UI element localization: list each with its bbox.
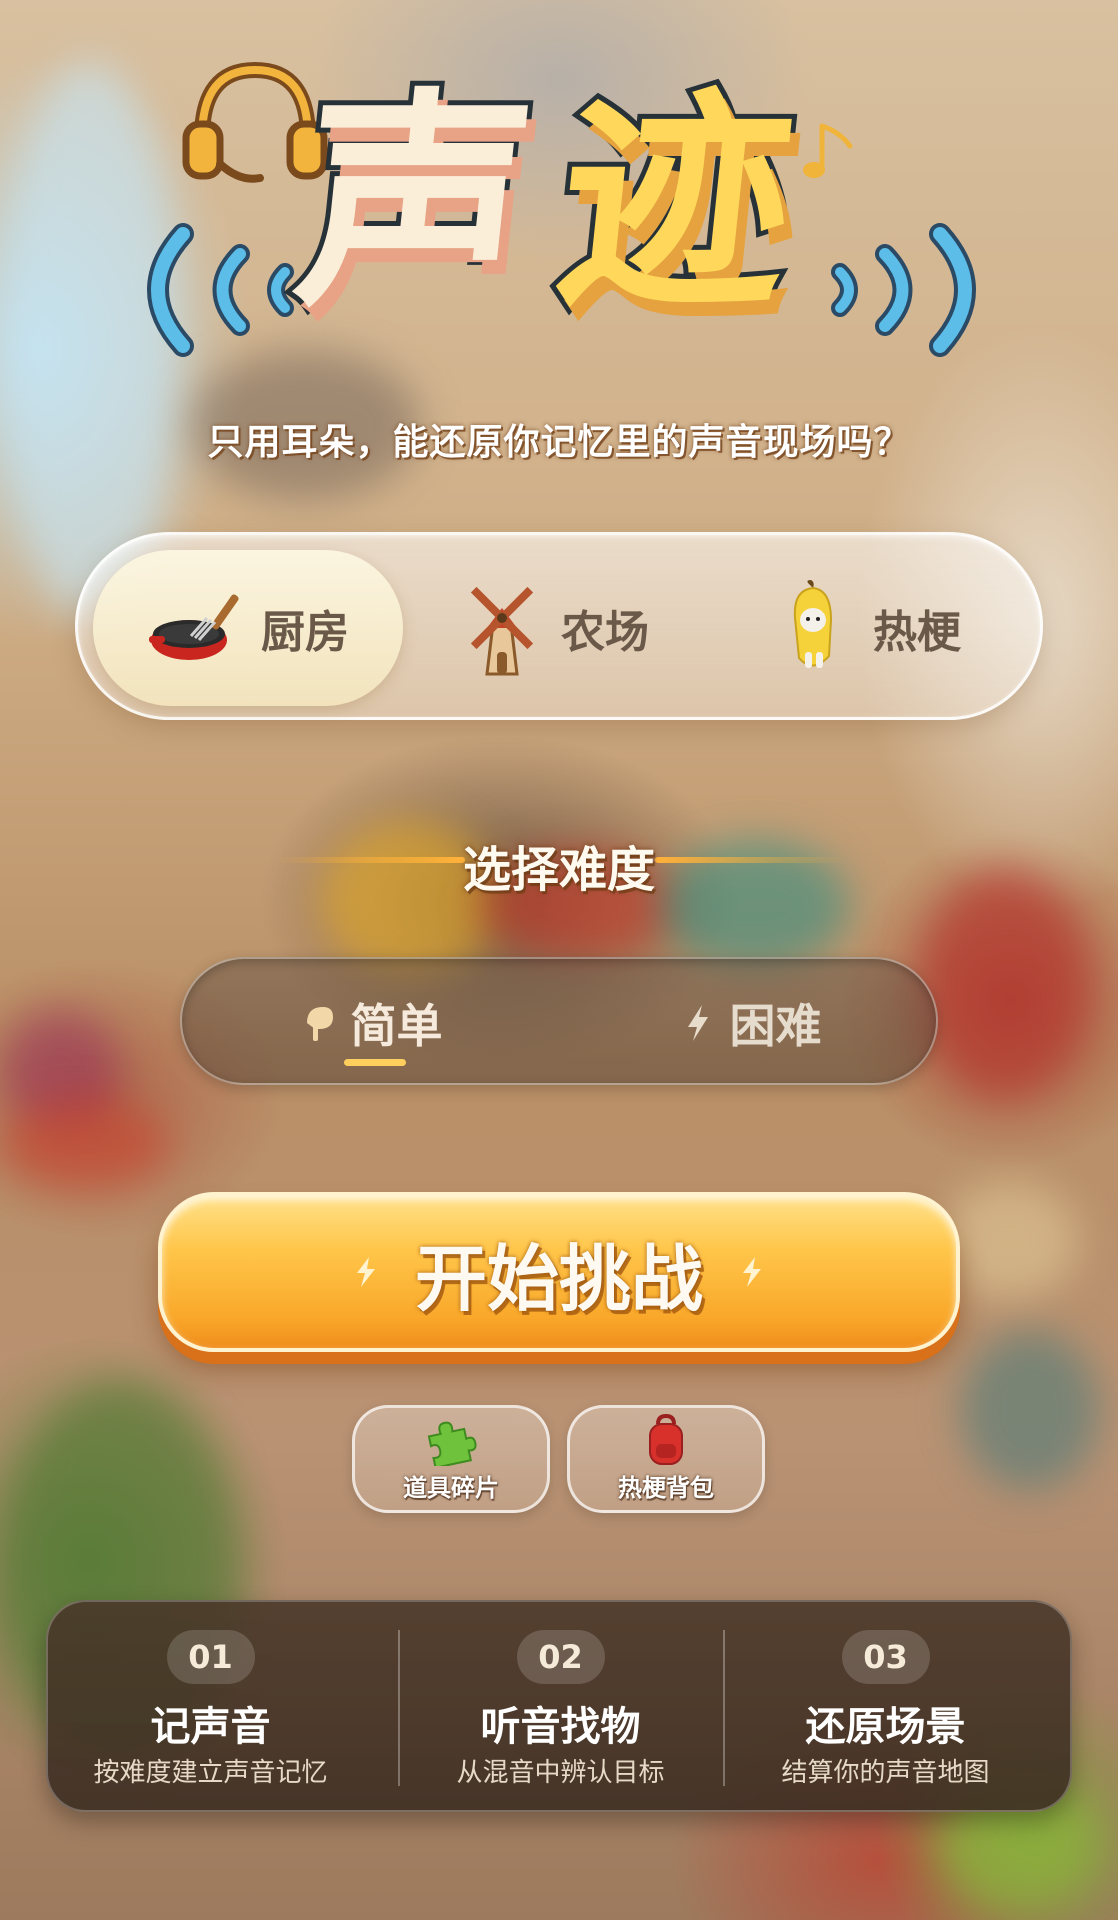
lightning-icon xyxy=(687,1005,708,1041)
step-number: 01 xyxy=(166,1630,255,1684)
tab-farm-label: 农场 xyxy=(561,607,649,658)
backpack-icon xyxy=(649,1413,683,1465)
step-title: 记声音 xyxy=(150,1704,271,1750)
tab-meme-label: 热梗 xyxy=(873,607,961,658)
title-char-sheng: 声 xyxy=(281,66,549,343)
tab-kitchen-label: 厨房 xyxy=(261,607,349,658)
step-number: 02 xyxy=(516,1630,605,1684)
bolt-left-icon xyxy=(356,1257,375,1287)
bolt-right-icon xyxy=(743,1257,761,1287)
game-title: 声 迹 xyxy=(0,30,1118,370)
selected-underline xyxy=(344,1059,406,1066)
tab-kitchen[interactable]: 厨房 xyxy=(93,550,403,706)
step-number: 03 xyxy=(841,1630,930,1684)
step-description: 从混音中辨认目标 xyxy=(456,1758,665,1788)
how-to-play-panel: 01 记声音 按难度建立声音记忆 02 听音找物 从混音中辨认目标 03 还原场… xyxy=(46,1600,1072,1812)
wok-icon xyxy=(149,594,239,660)
tab-meme[interactable]: 热梗 xyxy=(710,550,1020,706)
start-challenge-button[interactable]: 开始挑战 xyxy=(158,1192,960,1352)
leaf-icon xyxy=(306,1007,333,1041)
music-note-icon xyxy=(803,123,853,178)
tool-fragments-label: 道具碎片 xyxy=(403,1473,499,1502)
difficulty-easy[interactable]: 简单 xyxy=(182,959,561,1087)
start-challenge-label: 开始挑战 xyxy=(414,1236,703,1321)
difficulty-tabs: 简单 困难 xyxy=(180,957,938,1085)
difficulty-hard[interactable]: 困难 xyxy=(561,959,940,1087)
scene-tabs: 厨房 农场 热梗 xyxy=(75,532,1043,720)
windmill-icon xyxy=(470,586,534,676)
step-3: 03 还原场景 结算你的声音地图 xyxy=(723,1602,1048,1814)
step-title: 听音找物 xyxy=(480,1704,641,1750)
tool-fragments-button[interactable]: 道具碎片 xyxy=(352,1405,550,1513)
step-1: 01 记声音 按难度建立声音记忆 xyxy=(48,1602,373,1814)
banana-cat-icon xyxy=(793,580,833,668)
meme-backpack-button[interactable]: 热梗背包 xyxy=(567,1405,765,1513)
title-char-ji: 迹 xyxy=(541,66,809,343)
meme-backpack-label: 热梗背包 xyxy=(618,1473,714,1502)
step-title: 还原场景 xyxy=(805,1704,966,1750)
difficulty-heading: 选择难度 xyxy=(462,842,655,898)
difficulty-hard-label: 困难 xyxy=(729,999,822,1053)
subtitle: 只用耳朵，能还原你记忆里的声音现场吗？ xyxy=(207,422,911,463)
step-description: 结算你的声音地图 xyxy=(781,1758,990,1788)
step-description: 按难度建立声音记忆 xyxy=(93,1758,328,1788)
puzzle-piece-icon xyxy=(427,1421,477,1466)
tab-farm[interactable]: 农场 xyxy=(398,550,708,706)
difficulty-easy-label: 简单 xyxy=(350,999,443,1053)
step-2: 02 听音找物 从混音中辨认目标 xyxy=(398,1602,723,1814)
